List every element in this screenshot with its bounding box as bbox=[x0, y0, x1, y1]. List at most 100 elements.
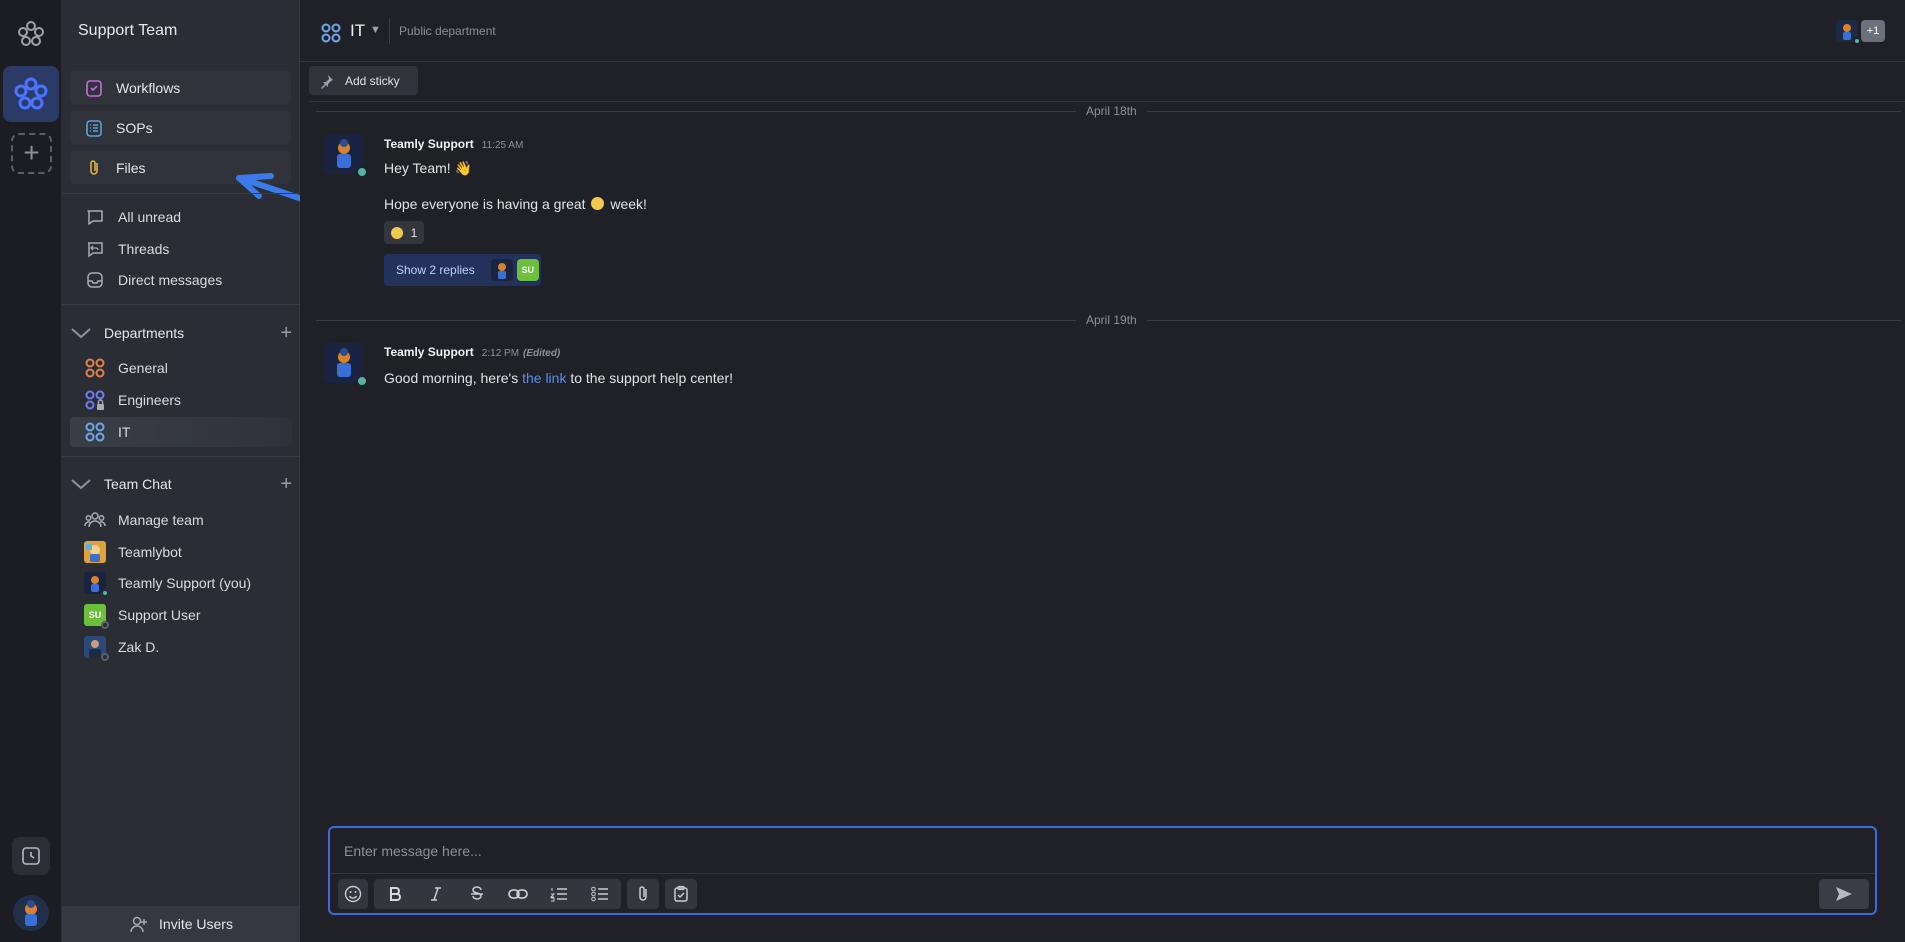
divider bbox=[309, 101, 1905, 102]
sidebar-item-teamlybot[interactable]: Teamlybot bbox=[84, 539, 182, 565]
message-time: 2:12 PM bbox=[481, 348, 520, 359]
sidebar-item-label: Support User bbox=[118, 607, 201, 623]
message-author[interactable]: Teamly Support bbox=[384, 137, 474, 151]
edited-label: (Edited) bbox=[523, 348, 561, 359]
department-locked-icon bbox=[84, 389, 106, 411]
emoji-button[interactable] bbox=[338, 879, 368, 909]
message-author[interactable]: Teamly Support bbox=[384, 345, 474, 359]
reaction-chip[interactable]: 1 bbox=[384, 221, 424, 244]
department-grid-icon bbox=[320, 22, 342, 44]
user-avatar[interactable] bbox=[13, 895, 49, 931]
add-workspace-button[interactable]: + bbox=[11, 133, 52, 174]
message-text-part: Hope everyone is having a great bbox=[384, 196, 586, 212]
section-title: Team Chat bbox=[104, 476, 172, 492]
people-icon bbox=[84, 509, 106, 531]
divider bbox=[62, 304, 300, 305]
message-text: Hope everyone is having a great week! bbox=[384, 196, 647, 212]
smile-emoji-icon bbox=[390, 226, 403, 239]
message-text: Hey Team! 👋 bbox=[384, 160, 472, 176]
workflow-button[interactable] bbox=[665, 879, 697, 909]
message-composer bbox=[328, 826, 1877, 915]
teamly-support-avatar bbox=[84, 572, 109, 597]
message-text-part: to the support help center! bbox=[570, 370, 734, 386]
date-separator: April 18th bbox=[316, 104, 1901, 118]
divider bbox=[389, 18, 390, 44]
member-overflow-badge[interactable]: +1 bbox=[1861, 20, 1885, 42]
bulleted-list-icon[interactable] bbox=[579, 879, 620, 909]
avatar-initials: SU bbox=[88, 610, 102, 620]
chevron-down-icon[interactable] bbox=[70, 326, 94, 340]
sidebar-item-direct-messages[interactable]: Direct messages bbox=[84, 267, 222, 293]
sidebar-item-sops[interactable]: SOPs bbox=[70, 111, 291, 144]
attach-button[interactable] bbox=[627, 879, 659, 909]
channel-view: IT ▼ Public department +1 Add sticky Apr… bbox=[300, 0, 1905, 942]
sidebar-item-all-unread[interactable]: All unread bbox=[84, 204, 181, 230]
thread-icon bbox=[84, 238, 106, 260]
workspace-support-team[interactable] bbox=[3, 66, 59, 122]
sidebar-item-label: Teamly Support (you) bbox=[118, 575, 252, 591]
date-separator: April 19th bbox=[316, 313, 1901, 327]
sidebar-item-manage-team[interactable]: Manage team bbox=[84, 507, 204, 533]
sidebar-item-workflows[interactable]: Workflows bbox=[70, 71, 291, 104]
channel-members[interactable]: +1 bbox=[1836, 20, 1885, 45]
member-avatar[interactable] bbox=[1836, 20, 1861, 45]
link-icon[interactable] bbox=[497, 879, 538, 909]
pin-icon bbox=[319, 73, 335, 89]
replies-label: Show 2 replies bbox=[396, 263, 475, 277]
add-sticky-label: Add sticky bbox=[345, 73, 400, 88]
chevron-down-icon[interactable]: ▼ bbox=[370, 24, 381, 36]
sidebar-item-label: All unread bbox=[118, 209, 182, 225]
message-text-part: week! bbox=[610, 196, 647, 212]
sidebar-item-support-user[interactable]: SU Support User bbox=[84, 602, 201, 629]
sidebar-item-teamly-support[interactable]: Teamly Support (you) bbox=[84, 570, 252, 597]
add-sticky-button[interactable]: Add sticky bbox=[309, 66, 418, 95]
sidebar-item-label: Files bbox=[116, 159, 146, 176]
send-button[interactable] bbox=[1819, 879, 1869, 909]
sidebar-item-engineers[interactable]: Engineers bbox=[84, 387, 181, 413]
chevron-down-icon[interactable] bbox=[70, 477, 94, 491]
clipboard-check-icon[interactable] bbox=[665, 879, 697, 909]
italic-icon[interactable] bbox=[415, 879, 456, 909]
clock-icon[interactable] bbox=[12, 837, 50, 875]
sidebar-item-it[interactable]: IT bbox=[70, 417, 292, 447]
department-grid-icon bbox=[84, 357, 106, 379]
offline-status-icon bbox=[101, 653, 109, 661]
zak-avatar bbox=[84, 636, 109, 661]
message-header: Teamly Support 2:12 PM (Edited) bbox=[384, 345, 560, 359]
workflow-icon bbox=[84, 78, 104, 98]
emoji-icon[interactable] bbox=[338, 879, 368, 909]
message-text: Good morning, here's the link to the sup… bbox=[384, 370, 733, 386]
online-status-icon bbox=[1853, 37, 1861, 45]
divider bbox=[62, 456, 300, 457]
add-chat-button[interactable]: + bbox=[280, 474, 292, 494]
sidebar-item-label: Engineers bbox=[118, 392, 182, 408]
inbox-icon bbox=[84, 269, 106, 291]
strikethrough-icon[interactable] bbox=[456, 879, 497, 909]
smile-emoji-icon bbox=[591, 197, 605, 210]
message-text-part: Good morning, here's bbox=[384, 370, 519, 386]
channel-title[interactable]: IT bbox=[350, 21, 365, 41]
app-logo-icon[interactable] bbox=[15, 18, 47, 50]
message-author-avatar[interactable] bbox=[324, 134, 368, 178]
paperclip-icon[interactable] bbox=[627, 879, 659, 909]
online-status-icon bbox=[356, 375, 368, 387]
sidebar-item-label: Teamlybot bbox=[118, 544, 182, 560]
message-author-avatar[interactable] bbox=[324, 343, 368, 387]
show-replies-button[interactable]: Show 2 replies SU bbox=[384, 254, 541, 286]
department-grid-icon bbox=[84, 421, 106, 443]
message-header: Teamly Support 11:25 AM bbox=[384, 137, 523, 151]
numbered-list-icon[interactable] bbox=[538, 879, 579, 909]
sidebar-item-threads[interactable]: Threads bbox=[84, 236, 169, 262]
message-time: 11:25 AM bbox=[481, 140, 524, 151]
sidebar-item-zak-d[interactable]: Zak D. bbox=[84, 634, 159, 661]
team-chat-section-header[interactable]: Team Chat + bbox=[70, 473, 292, 495]
online-status-icon bbox=[356, 166, 368, 178]
message-input[interactable] bbox=[344, 838, 1844, 864]
departments-section-header[interactable]: Departments + bbox=[70, 322, 292, 344]
bold-icon[interactable] bbox=[374, 879, 415, 909]
sidebar-item-general[interactable]: General bbox=[84, 355, 168, 381]
divider bbox=[330, 873, 1875, 874]
invite-users-button[interactable]: Invite Users bbox=[62, 906, 300, 942]
help-center-link[interactable]: the link bbox=[522, 370, 566, 386]
add-department-button[interactable]: + bbox=[280, 323, 292, 343]
